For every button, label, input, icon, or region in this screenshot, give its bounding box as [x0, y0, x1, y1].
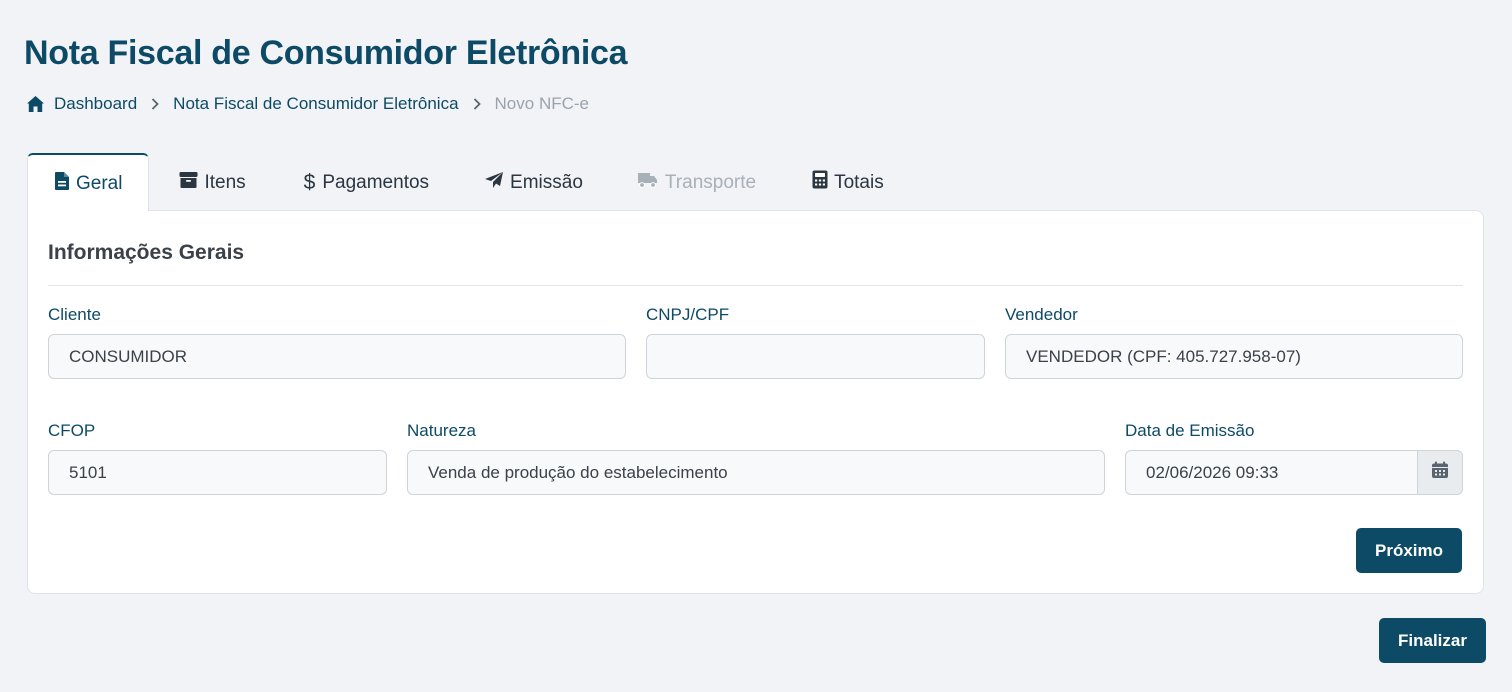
data-emissao-input[interactable]: 02/06/2026 09:33: [1125, 450, 1417, 495]
page-title: Nota Fiscal de Consumidor Eletrônica: [24, 34, 628, 72]
cfop-field: CFOP 5101: [48, 421, 387, 495]
data-emissao-field: Data de Emissão 02/06/2026 09:33: [1125, 421, 1463, 495]
vendedor-label: Vendedor: [1005, 305, 1078, 324]
home-icon[interactable]: [26, 95, 45, 113]
breadcrumb-current: Novo NFC-e: [494, 94, 589, 113]
calculator-icon: [812, 170, 834, 195]
archive-icon: [179, 171, 204, 195]
finalize-button[interactable]: Finalizar: [1379, 618, 1486, 663]
data-emissao-group: 02/06/2026 09:33: [1125, 450, 1463, 495]
file-icon: [54, 171, 76, 197]
cliente-field: Cliente CONSUMIDOR: [48, 305, 626, 379]
natureza-field: Natureza Venda de produção do estabeleci…: [407, 421, 1105, 495]
data-emissao-label: Data de Emissão: [1125, 421, 1255, 440]
calendar-icon: [1431, 461, 1449, 484]
vendedor-input[interactable]: VENDEDOR (CPF: 405.727.958-07): [1005, 334, 1463, 379]
truck-icon: [637, 171, 665, 195]
tab-itens[interactable]: Itens: [149, 154, 273, 211]
tab-geral[interactable]: Geral: [27, 153, 150, 211]
tab-totais[interactable]: Totais: [784, 154, 910, 211]
breadcrumb-dashboard[interactable]: Dashboard: [54, 94, 137, 114]
cliente-input[interactable]: CONSUMIDOR: [48, 334, 626, 379]
calendar-button[interactable]: [1417, 450, 1463, 495]
breadcrumb: Dashboard Nota Fiscal de Consumidor Elet…: [26, 94, 589, 114]
next-button[interactable]: Próximo: [1356, 528, 1462, 573]
vendedor-field: Vendedor VENDEDOR (CPF: 405.727.958-07): [1005, 305, 1463, 379]
cfop-label: CFOP: [48, 421, 96, 440]
geral-panel: Informações Gerais Cliente CONSUMIDOR CN…: [27, 210, 1484, 594]
chevron-right-icon: [151, 98, 159, 110]
tab-transporte: Transporte: [609, 154, 784, 211]
cnpj-cpf-field: CNPJ/CPF: [646, 305, 985, 379]
tab-pagamentos[interactable]: $ Pagamentos: [274, 154, 457, 211]
natureza-label: Natureza: [407, 421, 476, 440]
natureza-input[interactable]: Venda de produção do estabelecimento: [407, 450, 1105, 495]
cnpj-cpf-input[interactable]: [646, 334, 985, 379]
breadcrumb-nfce[interactable]: Nota Fiscal de Consumidor Eletrônica: [173, 94, 458, 114]
dollar-icon: $: [303, 170, 316, 194]
paper-plane-icon: [484, 171, 510, 195]
cfop-input[interactable]: 5101: [48, 450, 387, 495]
divider: [48, 285, 1463, 286]
tab-bar: Geral Itens $ Pagamentos Emissão Transpo…: [27, 153, 910, 211]
tab-emissao[interactable]: Emissão: [457, 154, 609, 211]
cnpj-cpf-label: CNPJ/CPF: [646, 305, 730, 324]
chevron-right-icon: [473, 98, 481, 110]
cliente-label: Cliente: [48, 305, 101, 324]
section-title: Informações Gerais: [48, 241, 245, 264]
